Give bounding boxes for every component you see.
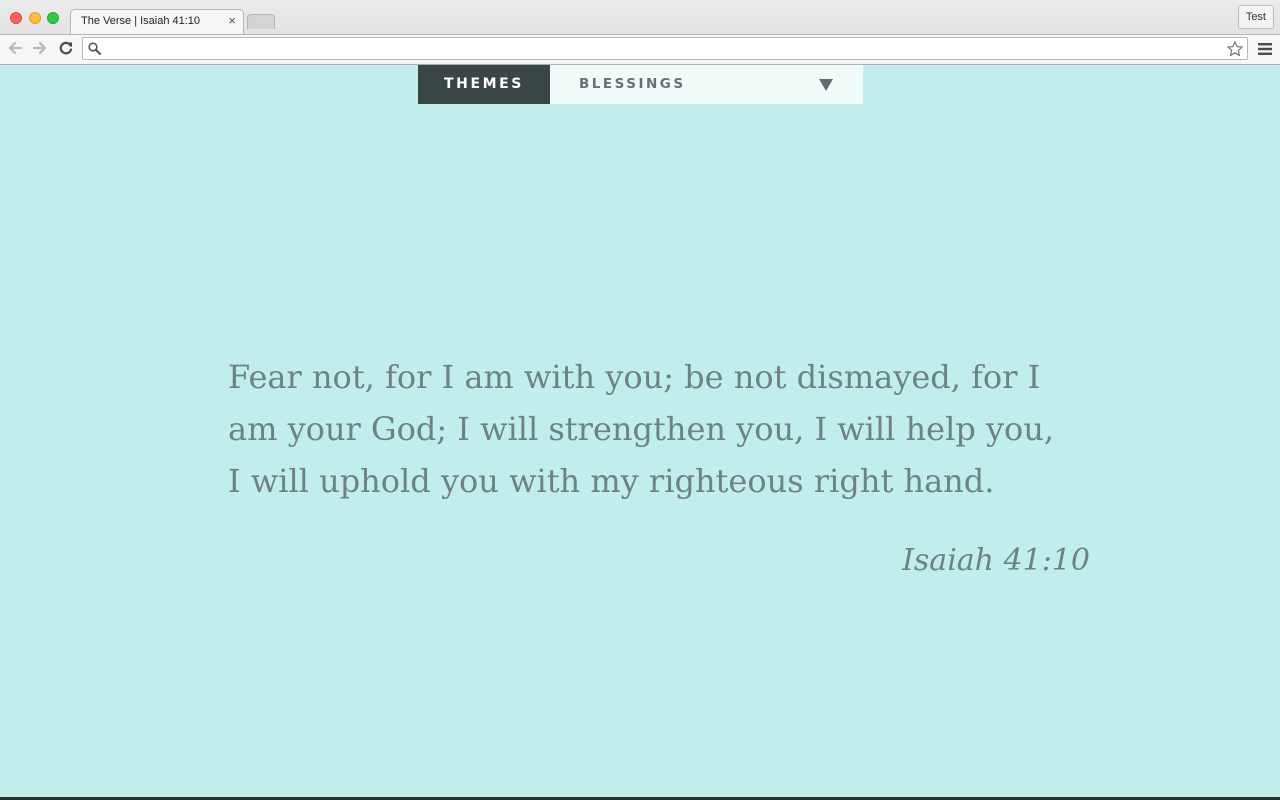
window-close-button[interactable] bbox=[10, 12, 22, 24]
reload-icon[interactable] bbox=[57, 39, 75, 57]
verse-reference: Isaiah 41:10 bbox=[902, 543, 1090, 578]
verse-text: Fear not, for I am with you; be not dism… bbox=[228, 358, 1055, 500]
back-arrow-icon[interactable] bbox=[6, 39, 24, 57]
profile-button[interactable]: Test bbox=[1237, 5, 1274, 29]
category-select-value: BLESSINGS bbox=[579, 76, 686, 92]
forward-arrow-icon[interactable] bbox=[31, 39, 49, 57]
tab-title: The Verse | Isaiah 41:10 bbox=[81, 15, 201, 27]
new-tab-button[interactable] bbox=[247, 14, 275, 29]
window-maximize-button[interactable] bbox=[47, 12, 59, 24]
address-bar[interactable] bbox=[82, 37, 1248, 60]
tab-close-icon[interactable]: × bbox=[228, 13, 236, 29]
star-icon[interactable] bbox=[1226, 40, 1244, 63]
address-input[interactable] bbox=[107, 40, 1221, 59]
category-select[interactable]: BLESSINGS bbox=[550, 65, 863, 104]
window-minimize-button[interactable] bbox=[29, 12, 41, 24]
menu-icon[interactable] bbox=[1258, 42, 1272, 60]
themes-button[interactable]: THEMES bbox=[418, 65, 550, 104]
chevron-down-icon bbox=[819, 79, 833, 91]
browser-chrome: The Verse | Isaiah 41:10 × Test bbox=[0, 0, 1280, 65]
search-icon bbox=[88, 42, 101, 60]
browser-tab[interactable]: The Verse | Isaiah 41:10 × bbox=[70, 9, 244, 34]
top-navigation: THEMES BLESSINGS bbox=[418, 65, 863, 104]
